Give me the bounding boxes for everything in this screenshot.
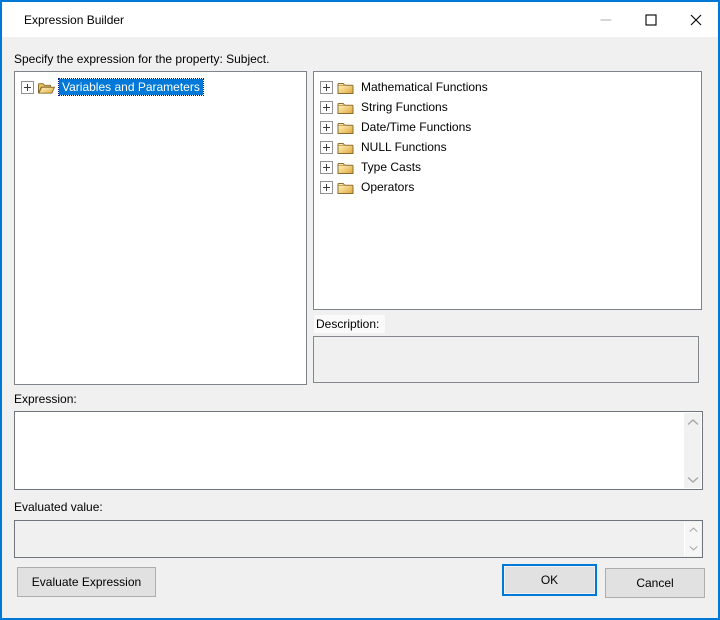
expand-icon[interactable] [320,141,333,154]
close-button[interactable] [673,2,718,37]
scroll-down-button[interactable] [685,473,700,485]
expand-icon[interactable] [320,121,333,134]
expression-scrollbar[interactable] [684,413,701,488]
tree-item-null-functions[interactable]: NULL Functions [314,137,701,157]
tree-item-label[interactable]: Mathematical Functions [358,79,491,95]
folder-icon [337,101,354,114]
caption-buttons [583,2,718,37]
folder-icon [337,181,354,194]
open-folder-icon [38,81,55,94]
maximize-icon [645,14,657,26]
tree-item-label[interactable]: String Functions [358,99,451,115]
chevron-down-icon [687,476,699,483]
instruction-text: Specify the expression for the property:… [14,52,269,66]
maximize-button[interactable] [628,2,673,37]
expand-icon[interactable] [320,181,333,194]
expand-icon[interactable] [21,81,34,94]
variables-tree-panel[interactable]: Variables and Parameters [14,71,307,385]
close-icon [690,14,702,26]
titlebar[interactable]: Expression Builder [2,2,718,37]
variables-tree: Variables and Parameters [15,72,306,97]
tree-item-mathematical-functions[interactable]: Mathematical Functions [314,77,701,97]
folder-icon [337,161,354,174]
chevron-up-icon [689,527,698,533]
functions-tree: Mathematical Functions String Functions … [314,72,701,197]
folder-icon [337,121,354,134]
tree-item-label[interactable]: Variables and Parameters [59,79,203,95]
evaluate-expression-button[interactable]: Evaluate Expression [17,567,156,597]
evaluated-value-label: Evaluated value: [14,500,103,514]
expand-icon[interactable] [320,101,333,114]
minimize-icon [600,14,612,26]
scroll-up-button[interactable] [685,416,700,428]
folder-icon [337,141,354,154]
scroll-up-button[interactable] [686,524,701,536]
cancel-button[interactable]: Cancel [605,568,705,598]
folder-icon [337,81,354,94]
evaluated-value-output [16,522,683,556]
expression-box [14,411,703,490]
tree-item-operators[interactable]: Operators [314,177,701,197]
tree-item-label[interactable]: Date/Time Functions [358,119,474,135]
description-box [313,336,699,383]
expression-label: Expression: [14,392,77,406]
evaluated-value-box [14,520,703,558]
description-label: Description: [314,315,385,333]
expand-icon[interactable] [320,161,333,174]
tree-item-label[interactable]: NULL Functions [358,139,450,155]
chevron-down-icon [689,545,698,551]
tree-item-datetime-functions[interactable]: Date/Time Functions [314,117,701,137]
expression-builder-dialog: Expression Builder Specify the expressio… [0,0,720,620]
tree-item-variables-and-parameters[interactable]: Variables and Parameters [15,77,306,97]
tree-item-label[interactable]: Operators [358,179,417,195]
window-title: Expression Builder [24,13,124,27]
tree-item-string-functions[interactable]: String Functions [314,97,701,117]
expression-input[interactable] [16,413,683,488]
expand-icon[interactable] [320,81,333,94]
ok-button[interactable]: OK [502,564,597,596]
chevron-up-icon [687,419,699,426]
tree-item-type-casts[interactable]: Type Casts [314,157,701,177]
tree-item-label[interactable]: Type Casts [358,159,424,175]
minimize-button [583,2,628,37]
scroll-down-button[interactable] [686,542,701,554]
functions-tree-panel[interactable]: Mathematical Functions String Functions … [313,71,702,310]
evaluated-value-scrollbar[interactable] [684,522,701,556]
